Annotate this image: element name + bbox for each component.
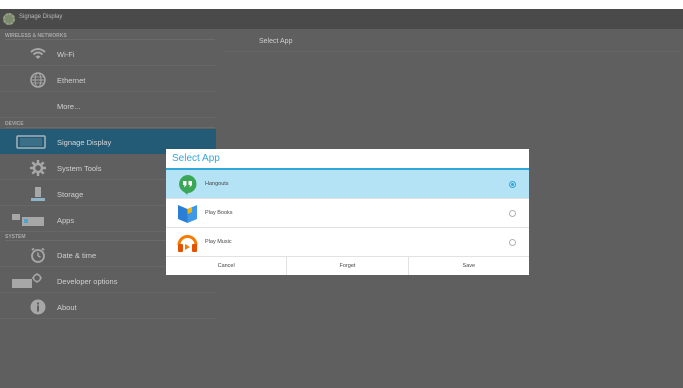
detail-divider <box>225 51 680 52</box>
settings-item-more[interactable]: More... <box>0 93 216 118</box>
radio-button[interactable] <box>509 210 516 217</box>
section-divider <box>5 127 215 128</box>
settings-item-label: About <box>57 303 77 312</box>
cropped-heading <box>0 0 683 9</box>
settings-item-label: Wi-Fi <box>57 50 75 59</box>
action-bar: Signage Display <box>0 9 683 29</box>
app-option-label: Play Music <box>205 239 232 245</box>
ethernet-icon <box>30 72 46 88</box>
clock-icon <box>30 247 46 263</box>
gear-icon <box>30 160 46 176</box>
play-music-icon <box>177 232 198 253</box>
settings-item-label: More... <box>57 102 81 111</box>
settings-item-label: Signage Display <box>57 138 112 147</box>
dialog-button-bar: Cancel Forget Save <box>166 256 529 275</box>
radio-button[interactable] <box>509 239 516 246</box>
dialog-title: Select App <box>172 153 220 164</box>
forget-button[interactable]: Forget <box>287 257 409 275</box>
settings-item-label: Developer options <box>57 277 118 286</box>
settings-item-label: Ethernet <box>57 76 86 85</box>
storage-icon <box>30 186 46 202</box>
developer-icon <box>12 273 46 289</box>
settings-item-ethernet[interactable]: Ethernet <box>0 67 216 92</box>
hangouts-icon <box>177 174 198 195</box>
android-screen: Signage Display WIRELESS & NETWORKS Wi-F… <box>0 9 683 388</box>
app-option-label: Hangouts <box>205 181 229 187</box>
info-icon <box>30 299 46 315</box>
apps-icon <box>12 212 46 228</box>
section-divider <box>5 39 215 40</box>
app-option-play-books[interactable]: Play Books <box>166 199 529 228</box>
settings-item-wifi[interactable]: Wi-Fi <box>0 41 216 66</box>
settings-item-about[interactable]: About <box>0 294 216 319</box>
action-bar-title: Signage Display <box>19 14 63 20</box>
display-icon <box>16 135 46 151</box>
settings-gear-icon <box>3 13 15 25</box>
app-option-hangouts[interactable]: Hangouts <box>166 170 529 199</box>
wifi-icon <box>30 46 46 62</box>
settings-item-label: System Tools <box>57 164 102 173</box>
save-button[interactable]: Save <box>409 257 529 275</box>
detail-title: Select App <box>259 38 293 45</box>
select-app-dialog: Select App Hangouts Play Books Play Musi… <box>166 149 529 275</box>
settings-item-label: Apps <box>57 216 75 225</box>
cancel-button[interactable]: Cancel <box>166 257 288 275</box>
app-option-label: Play Books <box>205 210 233 216</box>
play-books-icon <box>177 203 198 224</box>
radio-button[interactable] <box>509 181 516 188</box>
settings-item-label: Storage <box>57 190 84 199</box>
settings-item-label: Date & time <box>57 251 97 260</box>
app-option-play-music[interactable]: Play Music <box>166 228 529 257</box>
